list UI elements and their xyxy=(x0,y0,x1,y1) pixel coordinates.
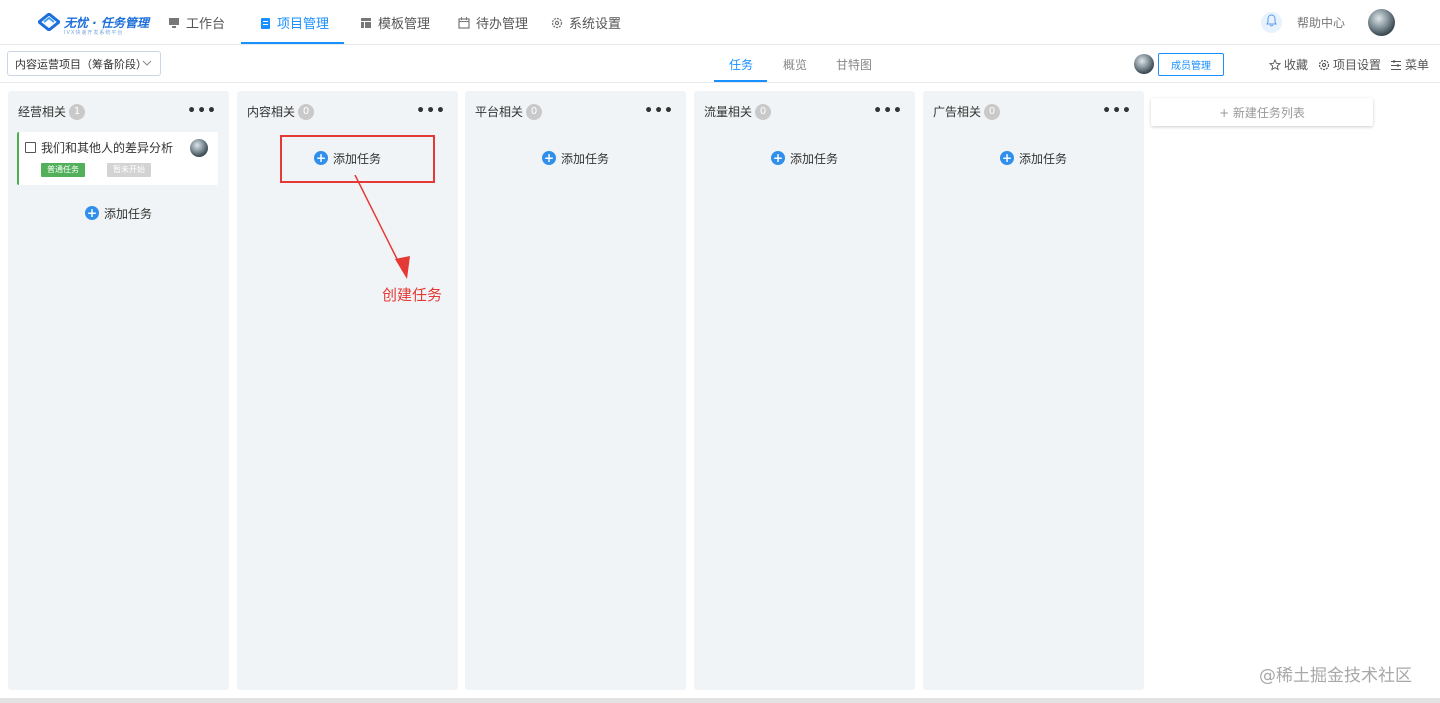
user-avatar[interactable] xyxy=(1368,9,1395,36)
top-nav: 无忧 · 任务管理 IVX快速开发系统平台 工作台 项目管理 模板管理 待办管理… xyxy=(0,0,1440,45)
nav-item-label: 待办管理 xyxy=(476,17,529,32)
column-title: 经营相关 xyxy=(18,105,67,119)
add-task-label: 添加任务 xyxy=(1019,151,1068,166)
bell-icon xyxy=(1266,14,1277,31)
task-assignee-avatar xyxy=(190,139,208,157)
column-title: 平台相关 xyxy=(475,105,524,119)
notification-bell[interactable] xyxy=(1261,12,1282,33)
column-count-badge: 0 xyxy=(298,103,315,120)
project-settings-label: 项目设置 xyxy=(1333,58,1382,72)
brand-logo[interactable]: 无忧 · 任务管理 IVX快速开发系统平台 xyxy=(38,11,149,36)
more-options-icon[interactable]: ••• xyxy=(873,103,903,119)
column-header: 内容相关 0 xyxy=(247,103,315,120)
annotation-label: 创建任务 xyxy=(382,286,443,304)
nav-active-indicator xyxy=(241,42,344,44)
monitor-icon xyxy=(168,17,180,29)
add-task-label: 添加任务 xyxy=(561,151,610,166)
add-task-button[interactable]: + 添加任务 xyxy=(771,150,838,166)
add-task-button[interactable]: + 添加任务 xyxy=(1000,150,1067,166)
menu-label: 菜单 xyxy=(1405,58,1430,72)
more-options-icon[interactable]: ••• xyxy=(1102,103,1132,119)
help-center-link[interactable]: 帮助中心 xyxy=(1297,14,1345,31)
task-list-column: 经营相关 1 ••• 我们和其他人的差异分析 普通任务 暂未开始 + 添加任务 xyxy=(8,91,229,690)
star-icon xyxy=(1269,58,1281,71)
watermark: @稀土掘金技术社区 xyxy=(1259,666,1412,686)
template-icon xyxy=(360,17,372,29)
plus-circle-icon: + xyxy=(85,206,99,220)
more-options-icon[interactable]: ••• xyxy=(187,103,217,119)
chevron-down-icon xyxy=(142,57,152,72)
tab-overview[interactable]: 概览 xyxy=(783,45,807,83)
add-task-button[interactable]: + 添加任务 xyxy=(85,205,152,221)
column-title: 内容相关 xyxy=(247,105,296,119)
nav-item-label: 系统设置 xyxy=(569,17,622,32)
calendar-icon xyxy=(458,16,470,29)
tab-active-indicator xyxy=(714,80,767,82)
column-count-badge: 0 xyxy=(984,103,1001,120)
column-title: 流量相关 xyxy=(704,105,753,119)
task-type-tag: 普通任务 xyxy=(41,163,85,177)
column-count-badge: 0 xyxy=(526,103,543,120)
column-header: 广告相关 0 xyxy=(933,103,1001,120)
column-title: 广告相关 xyxy=(933,105,982,119)
plus-circle-icon: + xyxy=(1000,151,1014,165)
nav-item-templates[interactable]: 模板管理 xyxy=(360,0,430,45)
task-list-column: 流量相关 0 ••• + 添加任务 xyxy=(694,91,915,690)
more-options-icon[interactable]: ••• xyxy=(416,103,446,119)
brand-subtitle: IVX快速开发系统平台 xyxy=(64,30,124,36)
tab-gantt[interactable]: 甘特图 xyxy=(836,45,872,83)
task-checkbox[interactable] xyxy=(25,142,36,153)
annotation-arrow xyxy=(354,175,410,279)
add-task-button[interactable]: + 添加任务 xyxy=(542,150,609,166)
menu-icon xyxy=(1390,59,1402,71)
new-task-list-button[interactable]: + 新建任务列表 xyxy=(1151,98,1373,126)
favorite-label: 收藏 xyxy=(1284,58,1309,72)
column-count-badge: 1 xyxy=(69,103,86,120)
task-card[interactable]: 我们和其他人的差异分析 普通任务 暂未开始 xyxy=(17,132,218,185)
bottom-scrollbar[interactable] xyxy=(0,698,1440,703)
gear-icon xyxy=(551,17,563,29)
task-list-column: 广告相关 0 ••• + 添加任务 xyxy=(923,91,1144,690)
nav-item-settings[interactable]: 系统设置 xyxy=(551,0,621,45)
column-count-badge: 0 xyxy=(755,103,772,120)
column-header: 平台相关 0 xyxy=(475,103,543,120)
plus-circle-icon: + xyxy=(542,151,556,165)
nav-item-workbench[interactable]: 工作台 xyxy=(168,0,225,45)
column-header: 流量相关 0 xyxy=(704,103,772,120)
logo-icon xyxy=(38,13,60,31)
project-select[interactable]: 内容运营项目（筹备阶段） xyxy=(7,51,161,76)
menu-button[interactable]: 菜单 xyxy=(1390,56,1429,73)
project-settings-button[interactable]: 项目设置 xyxy=(1318,56,1381,73)
add-task-label: 添加任务 xyxy=(790,151,839,166)
nav-item-label: 工作台 xyxy=(186,17,226,32)
clipboard-icon xyxy=(260,17,271,29)
nav-item-projects[interactable]: 项目管理 xyxy=(260,0,329,45)
project-select-value: 内容运营项目（筹备阶段） xyxy=(15,57,147,71)
tab-tasks[interactable]: 任务 xyxy=(729,45,753,83)
nav-item-label: 模板管理 xyxy=(378,17,431,32)
member-avatar[interactable] xyxy=(1134,54,1154,74)
favorite-button[interactable]: 收藏 xyxy=(1269,56,1308,73)
column-header: 经营相关 1 xyxy=(18,103,86,120)
nav-item-label: 项目管理 xyxy=(277,17,330,32)
task-title: 我们和其他人的差异分析 xyxy=(41,141,174,155)
brand-name: 无忧 · 任务管理 xyxy=(64,15,149,30)
add-task-label: 添加任务 xyxy=(104,206,153,221)
project-toolbar: 内容运营项目（筹备阶段） 任务 概览 甘特图 成员管理 收藏 项目设置 菜单 xyxy=(0,45,1440,83)
task-list-column: 平台相关 0 ••• + 添加任务 xyxy=(465,91,686,690)
nav-item-todos[interactable]: 待办管理 xyxy=(458,0,528,45)
plus-circle-icon: + xyxy=(771,151,785,165)
gear-icon xyxy=(1318,59,1330,71)
member-management-button[interactable]: 成员管理 xyxy=(1158,53,1224,76)
more-options-icon[interactable]: ••• xyxy=(644,103,674,119)
task-status-tag: 暂未开始 xyxy=(107,163,151,177)
